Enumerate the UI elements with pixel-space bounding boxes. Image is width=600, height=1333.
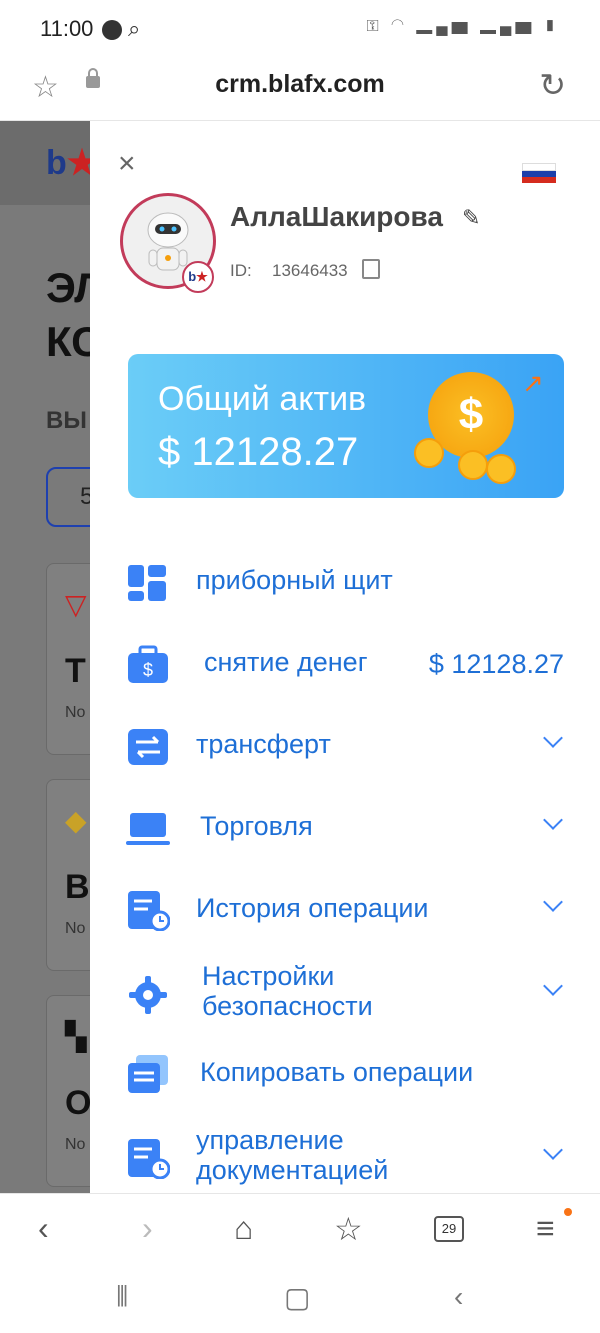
user-id-value: 13646433: [272, 261, 348, 280]
chevron-down-icon[interactable]: [543, 728, 563, 748]
binance-icon: ◆: [65, 805, 87, 836]
reload-icon[interactable]: ↻: [539, 66, 566, 104]
transfer-icon: [128, 729, 168, 765]
total-asset-label: Общий актив: [158, 380, 367, 418]
chevron-down-icon[interactable]: [543, 810, 563, 830]
url-text[interactable]: crm.blafx.com: [0, 70, 600, 99]
tron-icon: ▽: [65, 589, 87, 620]
menu-item-withdraw[interactable]: $ снятие денег $ 12128.27: [126, 637, 566, 701]
document-icon: [128, 1139, 170, 1179]
menu-label: Торговля: [200, 811, 313, 841]
status-time: 11:00: [40, 16, 94, 41]
menu-item-transfer[interactable]: трансферт: [126, 719, 566, 783]
bookmarks-icon[interactable]: ☆: [334, 1210, 363, 1248]
russian-flag-icon[interactable]: [522, 163, 556, 183]
laptop-icon: [126, 813, 170, 845]
recents-icon[interactable]: ⦀: [116, 1281, 128, 1314]
total-asset-value: $ 12128.27: [158, 430, 359, 474]
chevron-down-icon[interactable]: [543, 892, 563, 912]
menu-label: Настройки безопасности: [202, 961, 373, 1021]
menu-icon[interactable]: ≡: [536, 1210, 555, 1247]
dashboard-icon: [128, 565, 166, 601]
wallet-icon: $: [128, 645, 168, 683]
menu-item-dashboard[interactable]: приборный щит: [126, 555, 566, 619]
coin-icon: [486, 454, 516, 484]
growth-arrow-icon: ↗: [522, 368, 544, 398]
menu-item-history[interactable]: История операции: [126, 883, 566, 947]
system-nav-bar: ⦀ ▢ ‹: [0, 1265, 600, 1333]
chevron-down-icon[interactable]: [543, 976, 563, 996]
user-name: АллаШакирова: [230, 201, 443, 232]
close-icon[interactable]: ×: [118, 147, 136, 181]
menu-item-security-settings[interactable]: Настройки безопасности: [126, 961, 566, 1031]
coin-icon: [414, 438, 444, 468]
total-asset-card: Общий актив $ 12128.27 $ ↗: [128, 354, 564, 498]
menu-label: Копировать операции: [200, 1057, 474, 1087]
history-icon: [128, 891, 170, 931]
brand-badge-icon: b★: [182, 261, 214, 293]
svg-text:$: $: [143, 660, 153, 680]
menu-label: трансферт: [196, 729, 331, 759]
coin-icon: [458, 450, 488, 480]
user-id-label: ID:: [230, 261, 252, 280]
edit-pencil-icon[interactable]: ✎: [462, 205, 480, 231]
menu-label: управление документацией: [196, 1125, 389, 1185]
menu-label: снятие денег: [204, 647, 368, 677]
chevron-down-icon[interactable]: [543, 1140, 563, 1160]
background-subtitle: ВЫ: [46, 407, 87, 434]
gear-icon: [129, 976, 167, 1014]
back-icon[interactable]: ‹: [38, 1210, 49, 1247]
system-status-icons: ⚿ ◠ ▂▄▆ ▂▄▆ ▮: [366, 18, 560, 35]
withdraw-amount: $ 12128.27: [428, 649, 564, 679]
side-drawer: × b★ АллаШакирова ✎ ID: 13646433 Общий а…: [90, 121, 600, 1193]
menu-item-trading[interactable]: Торговля: [126, 801, 566, 865]
browser-bottom-nav: ‹ › ⌂ ☆ 29 ≡: [0, 1193, 600, 1266]
status-bar: 11:00 ⌕ ⚿ ◠ ▂▄▆ ▂▄▆ ▮: [0, 0, 600, 60]
menu-item-documents[interactable]: управление документацией: [126, 1125, 566, 1193]
okx-icon: ▚: [65, 1021, 87, 1052]
forward-icon[interactable]: ›: [142, 1210, 153, 1247]
copy-id-icon[interactable]: [362, 259, 380, 279]
system-back-icon[interactable]: ‹: [454, 1281, 463, 1313]
browser-url-bar: ☆ crm.blafx.com ↻: [0, 60, 600, 121]
menu-item-copy-trading[interactable]: Копировать операции: [126, 1047, 566, 1111]
menu-label: История операции: [196, 893, 429, 923]
search-icon: ⌕: [128, 16, 141, 41]
copy-icon: [128, 1055, 168, 1093]
tabs-icon[interactable]: 29: [434, 1216, 464, 1242]
home-icon[interactable]: ⌂: [234, 1210, 253, 1247]
menu-label: приборный щит: [196, 565, 393, 595]
notification-dot-icon: [102, 20, 122, 40]
home-button-icon[interactable]: ▢: [284, 1281, 310, 1314]
notification-dot: [564, 1208, 572, 1216]
